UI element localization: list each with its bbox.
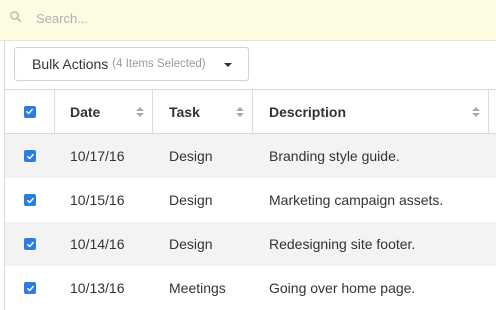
check-icon <box>26 108 33 115</box>
table-row[interactable]: 10/17/16 Design Branding style guide. <box>4 134 496 178</box>
row-checkbox[interactable] <box>24 238 36 250</box>
column-header-extra <box>489 90 496 133</box>
row-select-cell <box>4 178 55 222</box>
column-header-task[interactable]: Task <box>153 90 253 133</box>
sort-icon <box>236 107 244 117</box>
description-cell: Marketing campaign assets. <box>253 178 489 222</box>
description-cell: Redesigning site footer. <box>253 222 489 266</box>
table-row[interactable]: 10/14/16 Design Redesigning site footer. <box>4 222 496 266</box>
date-cell: 10/15/16 <box>55 178 153 222</box>
column-header-label: Task <box>169 103 200 120</box>
caret-down-icon <box>224 63 232 67</box>
description-value: Going over home page. <box>269 280 416 296</box>
sort-icon <box>472 107 480 117</box>
table-row[interactable]: 10/15/16 Design Marketing campaign asset… <box>4 178 496 222</box>
column-header-date[interactable]: Date <box>55 90 153 133</box>
search-icon <box>10 11 21 22</box>
description-cell: Going over home page. <box>253 266 489 310</box>
bulk-actions-selected-count: (4 Items Selected) <box>112 58 206 70</box>
table-header: Date Task Description <box>4 89 496 134</box>
check-icon <box>26 153 34 159</box>
date-cell: 10/14/16 <box>55 222 153 266</box>
row-select-cell <box>4 266 55 310</box>
date-value: 10/17/16 <box>70 148 125 164</box>
bulk-actions-button[interactable]: Bulk Actions (4 Items Selected) <box>14 47 249 81</box>
task-value: Meetings <box>169 280 226 296</box>
column-header-label: Description <box>269 103 347 120</box>
search-input[interactable] <box>36 8 476 28</box>
description-value: Branding style guide. <box>269 148 400 164</box>
task-cell: Design <box>153 134 253 178</box>
date-cell: 10/17/16 <box>55 134 153 178</box>
check-icon <box>26 241 34 247</box>
task-cell: Design <box>153 178 253 222</box>
date-value: 10/15/16 <box>70 192 125 208</box>
row-checkbox[interactable] <box>24 282 36 294</box>
column-header-label: Date <box>70 103 101 120</box>
task-value: Design <box>169 192 213 208</box>
bulk-actions-label: Bulk Actions <box>32 56 109 72</box>
task-cell: Meetings <box>153 266 253 310</box>
date-value: 10/14/16 <box>70 236 125 252</box>
sort-icon <box>136 107 144 117</box>
check-icon <box>26 197 34 203</box>
select-all-checkbox[interactable] <box>23 105 36 118</box>
description-cell: Branding style guide. <box>253 134 489 178</box>
date-cell: 10/13/16 <box>55 266 153 310</box>
row-checkbox[interactable] <box>24 150 36 162</box>
check-icon <box>26 285 34 291</box>
row-select-cell <box>4 222 55 266</box>
task-value: Design <box>169 148 213 164</box>
column-header-description[interactable]: Description <box>253 90 489 133</box>
select-all-cell <box>4 90 55 133</box>
row-select-cell <box>4 134 55 178</box>
search-bar <box>0 0 496 41</box>
date-value: 10/13/16 <box>70 280 125 296</box>
table-row[interactable]: 10/13/16 Meetings Going over home page. <box>4 266 496 310</box>
task-value: Design <box>169 236 213 252</box>
description-value: Marketing campaign assets. <box>269 192 444 208</box>
task-cell: Design <box>153 222 253 266</box>
description-value: Redesigning site footer. <box>269 236 416 252</box>
row-checkbox[interactable] <box>24 194 36 206</box>
